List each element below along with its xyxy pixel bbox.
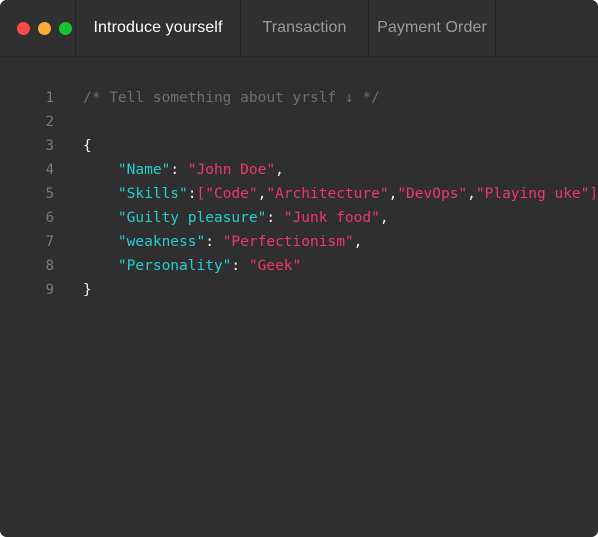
- token-bracket: [: [196, 186, 206, 202]
- token-key: "Skills": [117, 186, 188, 202]
- window-controls: [0, 0, 75, 56]
- line-content: "weakness": "Perfectionism",: [83, 230, 362, 254]
- minimize-window-button[interactable]: [38, 21, 51, 35]
- tab-label: Payment Order: [377, 19, 487, 36]
- token-punct: }: [83, 282, 92, 298]
- token-punct: [83, 210, 118, 226]
- token-colon: :: [205, 234, 223, 250]
- line-number: 7: [45, 234, 54, 250]
- zoom-window-button[interactable]: [59, 21, 72, 35]
- line-number: 5: [45, 186, 54, 202]
- token-colon: :: [231, 258, 249, 274]
- token-comma: ,: [467, 186, 476, 202]
- tab-transaction[interactable]: Transaction: [240, 0, 368, 56]
- token-colon: :: [187, 186, 197, 202]
- token-string: "Perfectionism": [222, 234, 354, 250]
- line-number: 3: [45, 138, 54, 154]
- code-editor[interactable]: 1/* Tell something about yrslf ↓ */2 3{4 …: [0, 57, 598, 537]
- token-punct: [83, 186, 118, 202]
- line-content: {: [83, 134, 92, 158]
- code-line: 7 "weakness": "Perfectionism",: [0, 230, 598, 254]
- code-line: 5 "Skills":["Code","Architecture","DevOp…: [0, 182, 598, 206]
- code-line: 3{: [0, 134, 598, 158]
- token-string: "Architecture": [266, 186, 389, 202]
- close-window-button[interactable]: [17, 21, 30, 35]
- tab-introduce-yourself[interactable]: Introduce yourself: [75, 0, 240, 56]
- token-string: "Playing uke": [475, 186, 590, 202]
- code-line: 9}: [0, 278, 598, 302]
- line-content: /* Tell something about yrslf ↓ */: [83, 86, 380, 110]
- line-content: "Name": "John Doe",: [83, 158, 284, 182]
- tab-payment-order[interactable]: Payment Order: [368, 0, 496, 56]
- title-bar: Introduce yourself Transaction Payment O…: [0, 0, 598, 57]
- line-number: 9: [45, 282, 54, 298]
- line-number: 6: [45, 210, 54, 226]
- line-content: "Guilty pleasure": "Junk food",: [83, 206, 389, 230]
- token-comma: ,: [388, 186, 398, 202]
- token-string: "Junk food": [283, 210, 380, 226]
- code-lines-container: 1/* Tell something about yrslf ↓ */2 3{4 …: [0, 86, 598, 302]
- line-number: 2: [45, 114, 54, 130]
- token-key: "weakness": [117, 234, 206, 250]
- token-punct: [83, 258, 118, 274]
- line-number: 8: [45, 258, 54, 274]
- code-line: 4 "Name": "John Doe",: [0, 158, 598, 182]
- tab-label: Introduce yourself: [93, 19, 223, 36]
- token-key: "Personality": [117, 258, 232, 274]
- token-comma: ,: [275, 162, 284, 178]
- token-comma: ,: [379, 210, 389, 226]
- token-string: "John Doe": [187, 162, 276, 178]
- token-key: "Guilty pleasure": [117, 210, 267, 226]
- line-content: }: [83, 278, 92, 302]
- token-colon: :: [266, 210, 284, 226]
- token-string: "Geek": [248, 258, 302, 274]
- token-punct: [83, 162, 118, 178]
- tab-label: Transaction: [262, 19, 347, 36]
- token-bracket: ]: [589, 186, 598, 202]
- line-number: 4: [45, 162, 54, 178]
- token-punct: {: [83, 138, 92, 154]
- code-line: 8 "Personality": "Geek": [0, 254, 598, 278]
- code-line: 2: [0, 110, 598, 134]
- token-comma: ,: [353, 234, 363, 250]
- titlebar-filler: [496, 0, 598, 56]
- line-content: "Personality": "Geek": [83, 254, 301, 278]
- token-comment: /* Tell something about yrslf ↓ */: [83, 90, 380, 106]
- code-line: 1 /* Tell something about yrslf ↓ */: [0, 86, 598, 110]
- token-string: "DevOps": [397, 186, 468, 202]
- token-punct: [83, 234, 118, 250]
- token-key: "Name": [117, 162, 171, 178]
- token-string: "Code": [205, 186, 258, 202]
- line-content: "Skills":["Code","Architecture","DevOps"…: [83, 182, 598, 206]
- app-window: Introduce yourself Transaction Payment O…: [0, 0, 598, 537]
- line-number: 1: [45, 90, 54, 106]
- token-colon: :: [170, 162, 188, 178]
- code-line: 6 "Guilty pleasure": "Junk food",: [0, 206, 598, 230]
